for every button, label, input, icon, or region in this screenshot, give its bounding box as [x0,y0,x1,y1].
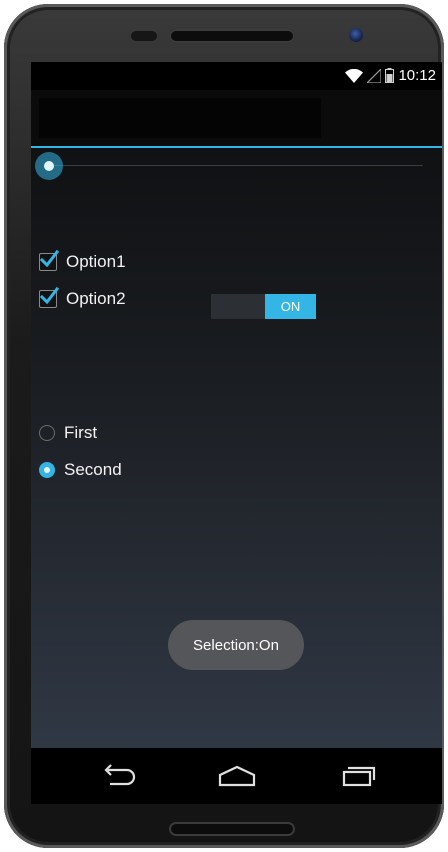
back-icon [104,764,136,786]
status-bar: 10:12 [31,62,442,90]
radio-first-label: First [64,423,98,442]
switch-thumb[interactable]: ON [265,294,316,319]
earpiece-speaker [169,29,295,43]
radio-second-label: Second [64,460,122,479]
wifi-icon [345,68,364,83]
checkbox-box[interactable] [39,249,59,271]
phone-frame: 10:12 Option1 Option2 ON First Second Se… [4,4,444,848]
seekbar-track[interactable] [45,165,423,166]
action-bar [31,90,442,148]
radio-circle-unchecked[interactable] [39,425,55,441]
checkbox-option2[interactable]: Option2 [39,286,126,312]
radio-second[interactable]: Second [39,457,122,483]
option1-label: Option1 [66,252,126,271]
checkbox-box[interactable] [39,286,59,308]
checkbox-option1[interactable]: Option1 [39,249,126,275]
navigation-bar [31,748,442,804]
action-bar-title-area [39,98,321,138]
bottom-speaker [169,822,295,836]
back-button[interactable] [92,762,142,790]
toast-message: Selection:On [168,620,304,670]
status-time: 10:12 [398,67,436,84]
recents-icon [342,766,376,787]
option2-label: Option2 [66,289,126,308]
radio-first[interactable]: First [39,420,97,446]
checkmark-icon [39,249,59,268]
front-camera-icon [349,28,363,42]
radio-circle-checked[interactable] [39,462,55,478]
seekbar-thumb[interactable] [35,152,63,180]
main-content: Option1 Option2 ON First Second Selectio… [31,148,442,748]
signal-icon [367,68,382,83]
screen: 10:12 Option1 Option2 ON First Second Se… [31,62,442,804]
proximity-sensor [131,31,157,41]
home-button[interactable] [212,762,262,790]
toggle-switch[interactable]: ON [211,294,316,319]
checkmark-icon [39,286,59,305]
battery-icon [385,68,395,83]
recents-button[interactable] [332,762,382,790]
home-icon [218,765,256,787]
